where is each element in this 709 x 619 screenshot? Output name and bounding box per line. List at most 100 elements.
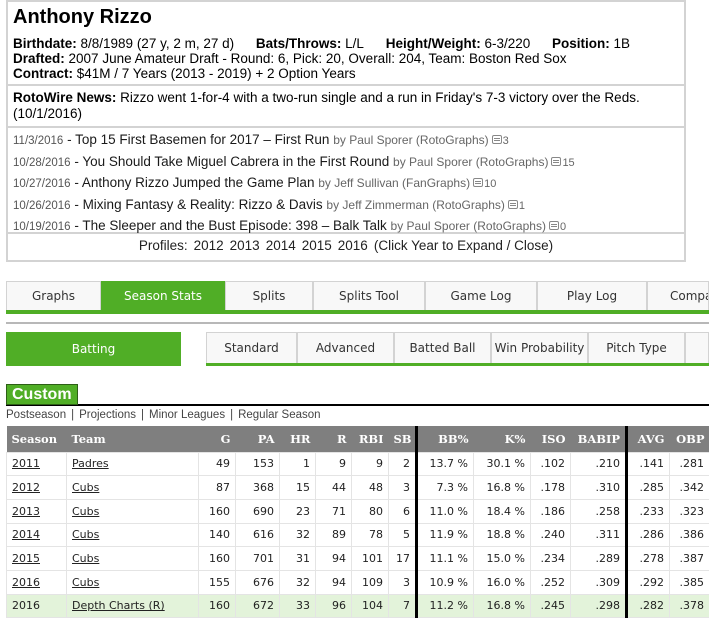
cell-value: 6 <box>403 504 410 518</box>
cell-value: 7.3 % <box>436 481 468 495</box>
cell-value: .292 <box>639 575 665 589</box>
player-bio-section: Anthony Rizzo Birthdate: 8/8/1989 (27 y,… <box>8 2 684 86</box>
column-header-g[interactable]: G <box>198 426 236 452</box>
column-header-obp[interactable]: OBP <box>669 426 709 452</box>
tab-play-log[interactable]: Play Log <box>537 281 647 310</box>
cell-k-pct: 18.4 % <box>473 498 531 524</box>
column-header-k-pct[interactable]: K% <box>473 426 531 452</box>
column-header-sb[interactable]: SB <box>388 426 418 452</box>
subtab-overflow[interactable] <box>685 332 709 363</box>
link-minor-leagues[interactable]: Minor Leagues <box>149 409 225 421</box>
cell-value: 89 <box>332 528 346 542</box>
subtab-pitch-type[interactable]: Pitch Type <box>588 332 685 363</box>
column-header-rbi[interactable]: RBI <box>351 426 389 452</box>
article-separator: - <box>70 175 82 190</box>
team-link[interactable]: Cubs <box>72 552 99 565</box>
team-link[interactable]: Depth Charts (R) <box>72 599 165 612</box>
cell-rbi: 109 <box>351 569 389 595</box>
column-header-r[interactable]: R <box>315 426 352 452</box>
comment-count[interactable]: 1 <box>519 200 525 212</box>
cell-bb-pct: 11.1 % <box>416 546 474 571</box>
column-header-season[interactable]: Season <box>6 426 67 452</box>
cell-g: 140 <box>198 522 236 548</box>
season-link[interactable]: 2014 <box>12 528 40 541</box>
cell-value: 87 <box>216 481 230 495</box>
profile-year-link[interactable]: 2015 <box>302 238 332 253</box>
subtab-win-probability[interactable]: Win Probability <box>491 332 588 363</box>
cell-rbi: 80 <box>351 498 389 524</box>
tab-compare[interactable]: Compare <box>647 281 709 310</box>
batting-button[interactable]: Batting <box>6 332 181 366</box>
subtab-batted-ball[interactable]: Batted Ball <box>394 332 491 363</box>
season-link[interactable]: 2011 <box>12 457 40 470</box>
cell-hr: 33 <box>279 593 316 619</box>
cell-value: 690 <box>253 504 274 518</box>
link-postseason[interactable]: Postseason <box>6 409 66 421</box>
cell-hr: 15 <box>279 475 316 500</box>
column-header-team[interactable]: Team <box>66 426 199 452</box>
cell-value: 18.4 % <box>486 504 525 518</box>
column-header-bb-pct[interactable]: BB% <box>416 426 474 452</box>
profile-year-link[interactable]: 2014 <box>266 238 296 253</box>
comment-count[interactable]: 3 <box>503 135 509 147</box>
article-title-link[interactable]: Anthony Rizzo Jumped the Game Plan <box>82 175 315 190</box>
article-title-link[interactable]: You Should Take Miguel Cabrera in the Fi… <box>82 154 389 169</box>
cell-value: 672 <box>253 599 274 613</box>
comment-count[interactable]: 0 <box>560 221 566 233</box>
link-regular-season[interactable]: Regular Season <box>238 409 320 421</box>
column-header-babip[interactable]: BABIP <box>570 426 628 452</box>
profile-year-link[interactable]: 2016 <box>338 238 368 253</box>
season-link[interactable]: 2015 <box>12 552 40 565</box>
column-header-pa[interactable]: PA <box>235 426 280 452</box>
profile-year-link[interactable]: 2012 <box>194 238 224 253</box>
article-date: 10/27/2016 <box>13 178 71 190</box>
comment-count[interactable]: 15 <box>562 157 574 169</box>
cell-g: 160 <box>198 593 236 619</box>
column-header-avg[interactable]: AVG <box>626 426 670 452</box>
cell-value: 153 <box>253 457 274 471</box>
tab-game-log[interactable]: Game Log <box>425 281 537 310</box>
drafted-label: Drafted: <box>13 51 65 66</box>
link-projections[interactable]: Projections <box>79 409 136 421</box>
tab-season-stats[interactable]: Season Stats <box>101 281 225 310</box>
season-link[interactable]: 2013 <box>12 505 40 518</box>
article-date: 11/3/2016 <box>13 135 64 147</box>
cell-value: 30.1 % <box>486 457 525 471</box>
team-link[interactable]: Cubs <box>72 576 99 589</box>
column-header-iso[interactable]: ISO <box>530 426 571 452</box>
cell-value: .342 <box>679 481 705 495</box>
cell-value: 3 <box>403 575 410 589</box>
cell-value: 32 <box>296 528 310 542</box>
bats-throws-value: L/L <box>345 36 364 51</box>
team-link[interactable]: Cubs <box>72 481 99 494</box>
article-title-link[interactable]: The Sleeper and the Bust Episode: 398 – … <box>82 218 386 233</box>
comment-icon <box>507 199 518 209</box>
team-link[interactable]: Cubs <box>72 505 99 518</box>
article-title-link[interactable]: Top 15 First Basemen for 2017 – First Ru… <box>75 132 329 147</box>
team-link[interactable]: Cubs <box>72 528 99 541</box>
cell-value: .252 <box>540 575 566 589</box>
cell-hr: 1 <box>279 451 316 477</box>
season-link[interactable]: 2012 <box>12 481 40 494</box>
article-item: 10/28/2016 - You Should Take Miguel Cabr… <box>13 152 679 174</box>
column-header-hr[interactable]: HR <box>279 426 316 452</box>
cell-obp: .387 <box>669 546 709 571</box>
player-name: Anthony Rizzo <box>13 6 152 28</box>
comment-count[interactable]: 10 <box>484 178 496 190</box>
profile-year-link[interactable]: 2013 <box>230 238 260 253</box>
height-weight-value: 6-3/220 <box>484 36 531 51</box>
cell-value: 616 <box>253 528 274 542</box>
cell-value: 140 <box>209 528 230 542</box>
section-title: Custom <box>6 384 78 405</box>
season-link[interactable]: 2016 <box>12 576 40 589</box>
subtab-advanced[interactable]: Advanced <box>297 332 394 363</box>
cell-value: 160 <box>209 552 230 566</box>
tab-splits-tool[interactable]: Splits Tool <box>313 281 425 310</box>
tab-graphs[interactable]: Graphs <box>6 281 101 310</box>
article-title-link[interactable]: Mixing Fantasy & Reality: Rizzo & Davis <box>83 197 323 212</box>
team-link[interactable]: Padres <box>72 457 109 470</box>
tab-splits[interactable]: Splits <box>225 281 313 310</box>
subtab-standard[interactable]: Standard <box>206 332 297 363</box>
cell-value: 9 <box>339 457 346 471</box>
cell-hr: 23 <box>279 498 316 524</box>
